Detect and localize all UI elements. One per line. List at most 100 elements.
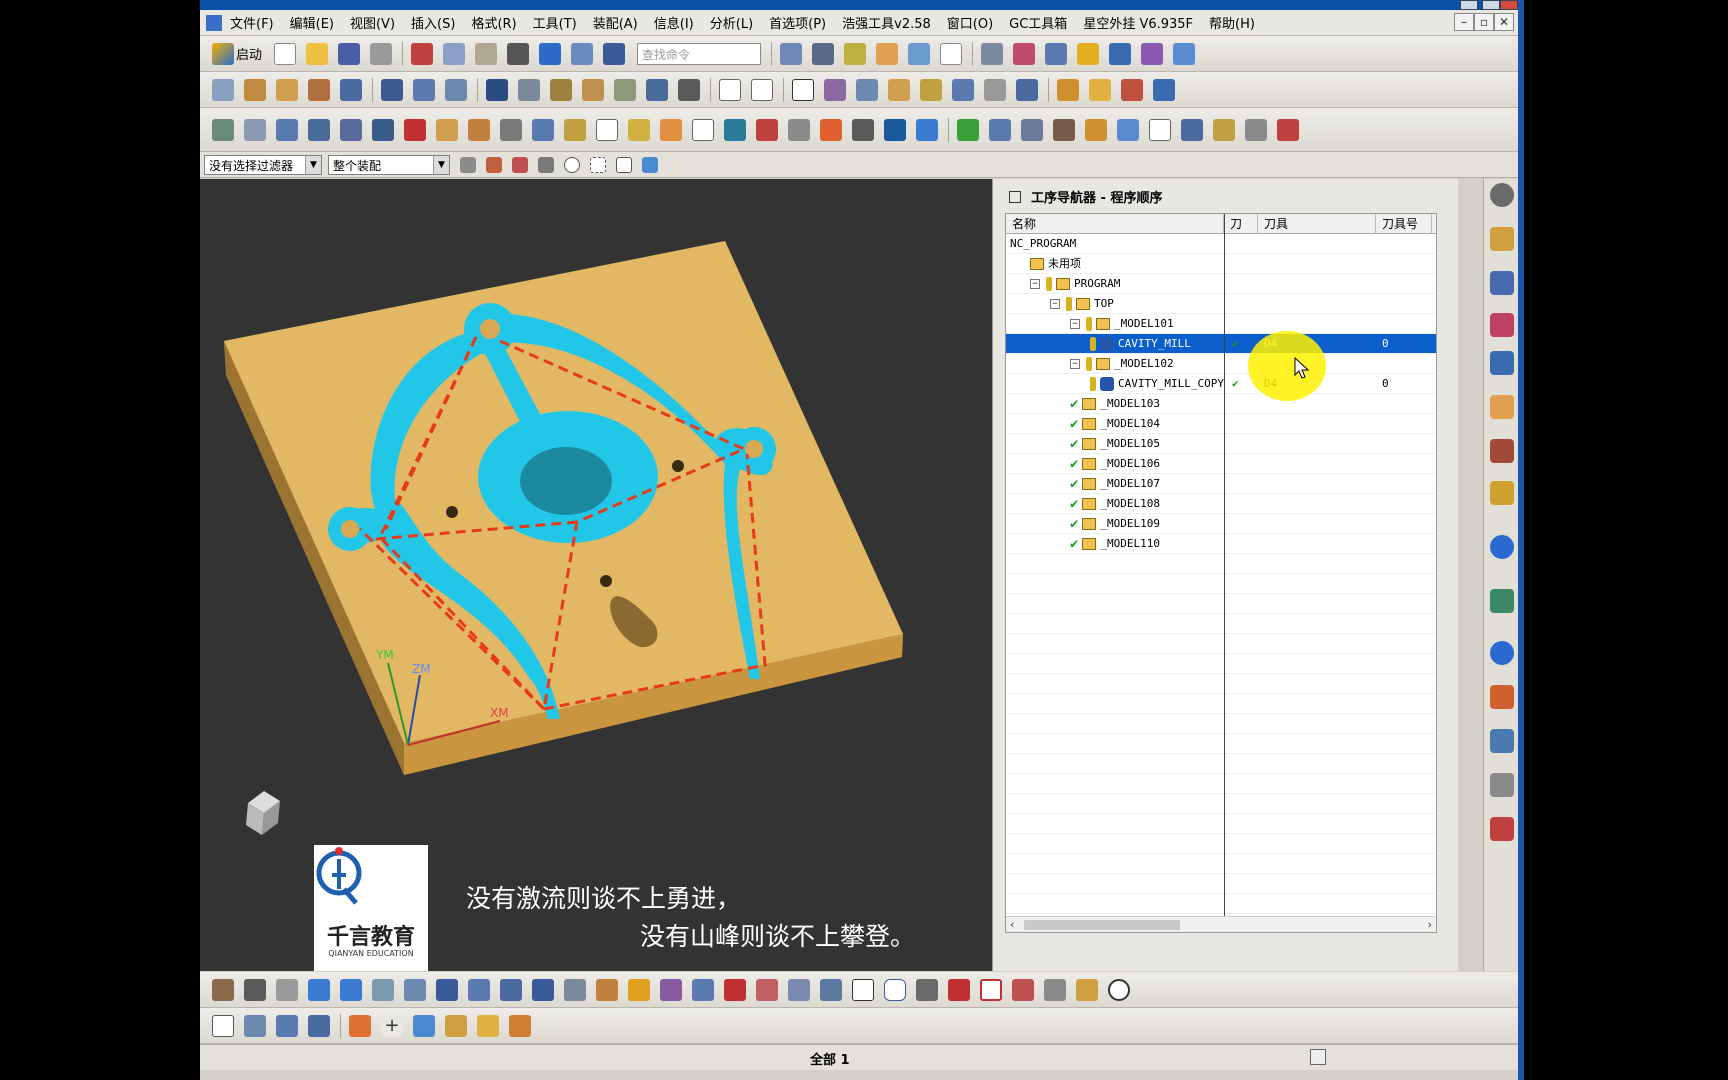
transform-icon[interactable] — [888, 78, 910, 101]
column-tool-number[interactable]: 刀具号 — [1376, 214, 1432, 234]
clock-tab-icon[interactable] — [1490, 641, 1514, 665]
material-icon[interactable] — [1016, 78, 1038, 101]
print-icon[interactable] — [370, 42, 393, 65]
move-icon[interactable] — [856, 78, 878, 101]
combine-icon[interactable] — [1044, 978, 1066, 1001]
menu-info[interactable]: 信息(I) — [654, 13, 694, 32]
arrow-left-icon[interactable] — [308, 978, 330, 1001]
blend-icon[interactable] — [628, 978, 650, 1001]
scope-select[interactable]: 整个装配 ▼ — [328, 154, 450, 175]
tree-row[interactable]: ✔ _MODEL109 — [1006, 514, 1436, 534]
save-icon[interactable] — [338, 42, 361, 65]
start-label[interactable]: 启动 — [236, 44, 262, 63]
timer-icon[interactable] — [1245, 118, 1267, 141]
filter-reset-icon[interactable] — [460, 156, 476, 173]
properties-icon[interactable] — [1213, 118, 1235, 141]
select-feature-icon[interactable] — [244, 1014, 266, 1037]
polygon-icon[interactable] — [884, 978, 906, 1001]
create-geometry-icon[interactable] — [276, 78, 298, 101]
patch-icon[interactable] — [692, 978, 714, 1001]
measure-icon[interactable] — [1045, 42, 1068, 65]
analysis-icon[interactable] — [1077, 42, 1100, 65]
menu-haoqiang-tools[interactable]: 浩强工具v2.58 — [842, 13, 931, 32]
minimize-button[interactable]: – — [1454, 13, 1474, 31]
arrow-right-icon[interactable] — [340, 978, 362, 1001]
menu-file[interactable]: 文件(F) — [230, 13, 274, 32]
list-doc-icon[interactable] — [276, 978, 298, 1001]
output-cls-icon[interactable] — [678, 78, 700, 101]
spreadsheet-icon[interactable] — [989, 118, 1011, 141]
assembly-nav-icon[interactable] — [1021, 118, 1043, 141]
navigator-tree[interactable]: 名称 刀 刀具 刀具号 NC_PROGRAM 未用项 − PROGRAM − TOP − _M… — [1005, 213, 1437, 933]
printer-icon[interactable] — [788, 118, 810, 141]
tree-row[interactable]: ✔ _MODEL106 — [1006, 454, 1436, 474]
fit-view-icon[interactable] — [780, 42, 803, 65]
collapse-icon[interactable]: − — [1070, 319, 1080, 329]
calc-icon[interactable] — [852, 118, 874, 141]
tree-row[interactable]: ✔ _MODEL110 — [1006, 534, 1436, 554]
navigator-pin-icon[interactable] — [1009, 190, 1021, 203]
info-icon[interactable] — [1181, 118, 1203, 141]
edit-icon[interactable] — [1109, 42, 1132, 65]
wcs-dynamic-icon[interactable] — [212, 978, 234, 1001]
select-face-icon[interactable] — [308, 1014, 330, 1037]
generate-toolpath-icon[interactable] — [486, 78, 508, 101]
scroll-right-icon[interactable]: › — [1428, 917, 1432, 932]
process-tab-icon[interactable] — [1490, 729, 1514, 753]
table-icon[interactable] — [532, 118, 554, 141]
select-body-icon[interactable] — [276, 1014, 298, 1037]
menu-gc-toolbox[interactable]: GC工具箱 — [1009, 13, 1067, 32]
project-icon[interactable] — [1012, 978, 1034, 1001]
feed-icon[interactable] — [1057, 78, 1079, 101]
operation-navigator-tab-icon[interactable] — [1490, 351, 1514, 375]
center-icon[interactable] — [980, 978, 1002, 1001]
new-file-icon[interactable] — [274, 42, 297, 65]
check-icon[interactable] — [957, 118, 979, 141]
cube-icon[interactable] — [509, 1014, 531, 1037]
assembly-icon[interactable] — [1013, 42, 1036, 65]
command-search-input[interactable]: 查找命令 — [637, 42, 762, 65]
orient-view-icon[interactable] — [908, 42, 931, 65]
tree-row[interactable]: CAVITY_MILL✔D40 — [1006, 334, 1436, 354]
restore-button[interactable]: ▫ — [1474, 13, 1494, 31]
render-style-icon[interactable] — [812, 42, 835, 65]
block-icon[interactable] — [468, 978, 490, 1001]
status-icon[interactable] — [1310, 1049, 1326, 1065]
layer-setting-icon[interactable] — [212, 118, 234, 141]
tree-row[interactable]: ✔ _MODEL108 — [1006, 494, 1436, 514]
machine-tool-view-icon[interactable] — [413, 78, 435, 101]
unite-icon[interactable] — [756, 978, 778, 1001]
tree-row[interactable]: − _MODEL101 — [1006, 314, 1436, 334]
hole-icon[interactable] — [436, 118, 458, 141]
color-icon[interactable] — [349, 1014, 371, 1037]
annotation-icon[interactable] — [596, 118, 618, 141]
scroll-thumb[interactable] — [1024, 920, 1180, 930]
open-file-icon[interactable] — [306, 42, 329, 65]
hammer-icon[interactable] — [1076, 978, 1098, 1001]
scroll-left-icon[interactable]: ‹ — [1010, 917, 1014, 932]
create-operation-icon[interactable] — [340, 78, 362, 101]
revolve-icon[interactable] — [532, 978, 554, 1001]
undo-icon[interactable] — [539, 42, 562, 65]
extrude-icon[interactable] — [436, 978, 458, 1001]
circle-icon[interactable] — [1108, 978, 1130, 1001]
machine-navigator-tab-icon[interactable] — [1490, 395, 1514, 419]
flag-icon[interactable] — [1085, 118, 1107, 141]
clock-icon[interactable] — [916, 118, 938, 141]
menu-tools[interactable]: 工具(T) — [533, 13, 577, 32]
delete-icon[interactable] — [507, 42, 530, 65]
shaded-icon[interactable] — [844, 42, 867, 65]
calculator-icon[interactable] — [884, 118, 906, 141]
menu-window[interactable]: 窗口(O) — [947, 13, 993, 32]
simulate-icon[interactable] — [751, 78, 773, 101]
swap-icon[interactable] — [820, 118, 842, 141]
cut-icon[interactable] — [411, 42, 434, 65]
create-method-icon[interactable] — [308, 78, 330, 101]
sew-icon[interactable] — [660, 978, 682, 1001]
wcs-rotate-icon[interactable] — [372, 118, 394, 141]
replay-toolpath-icon[interactable] — [518, 78, 540, 101]
graphics-viewport[interactable]: YM ZM XM 千言教育 QIANYAN EDUCATION 没有激流则谈不上… — [200, 179, 992, 971]
tree-row[interactable]: ✔ _MODEL107 — [1006, 474, 1436, 494]
export-icon[interactable] — [660, 118, 682, 141]
solid-icon[interactable] — [642, 156, 658, 173]
